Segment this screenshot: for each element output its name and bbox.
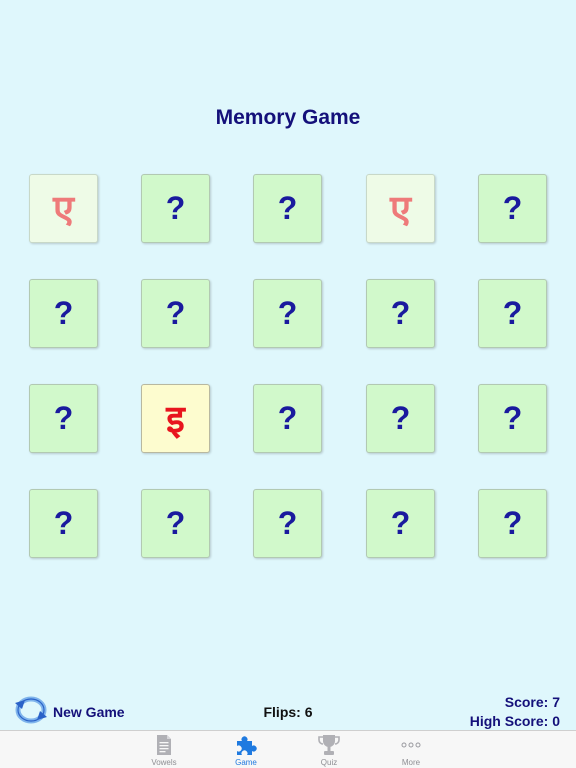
score-panel: Score: 7 High Score: 0 bbox=[470, 693, 560, 731]
card-face: ? bbox=[165, 295, 186, 331]
card-face: ? bbox=[390, 400, 411, 436]
card-face: इ bbox=[166, 396, 185, 441]
card[interactable]: ? bbox=[366, 489, 435, 558]
card[interactable]: ? bbox=[478, 279, 547, 348]
tab-bar: Vowels Game Quiz More bbox=[0, 730, 576, 768]
tab-game[interactable]: Game bbox=[216, 733, 276, 767]
card[interactable]: ? bbox=[141, 489, 210, 558]
card[interactable]: ? bbox=[366, 279, 435, 348]
card[interactable]: ? bbox=[366, 384, 435, 453]
card-face: ? bbox=[502, 190, 523, 226]
card-face: ? bbox=[277, 400, 298, 436]
memory-game-screen: Memory Game ए ? ? ए ? ? ? ? ? ? ? इ ? ? … bbox=[0, 0, 576, 768]
tab-vowels[interactable]: Vowels bbox=[134, 733, 194, 767]
more-icon bbox=[400, 733, 422, 757]
card-grid: ए ? ? ए ? ? ? ? ? ? ? इ ? ? ? ? ? ? ? ? bbox=[0, 0, 576, 600]
card[interactable]: ? bbox=[478, 489, 547, 558]
card[interactable]: ? bbox=[29, 384, 98, 453]
trophy-icon bbox=[317, 733, 341, 757]
card[interactable]: ? bbox=[253, 174, 322, 243]
card-face: ? bbox=[53, 295, 74, 331]
card-face: ? bbox=[502, 295, 523, 331]
tab-label: Quiz bbox=[320, 758, 338, 767]
card-face: ? bbox=[165, 190, 186, 226]
card-face: ? bbox=[277, 190, 298, 226]
card-face: ? bbox=[390, 295, 411, 331]
high-score-label: High Score: 0 bbox=[469, 713, 560, 729]
card[interactable]: ए bbox=[366, 174, 435, 243]
score-label: Score: 7 bbox=[504, 694, 560, 710]
tab-label: Game bbox=[235, 758, 257, 767]
card-face: ? bbox=[53, 505, 74, 541]
puzzle-icon bbox=[234, 733, 258, 757]
card[interactable]: ? bbox=[253, 279, 322, 348]
tab-quiz[interactable]: Quiz bbox=[299, 733, 359, 767]
card[interactable]: ? bbox=[141, 279, 210, 348]
card[interactable]: ? bbox=[478, 384, 547, 453]
tab-label: More bbox=[401, 758, 421, 767]
card-face: ? bbox=[277, 295, 298, 331]
card[interactable]: ? bbox=[478, 174, 547, 243]
card-face: ए bbox=[389, 186, 411, 231]
tab-more[interactable]: More bbox=[381, 733, 441, 767]
card-face: ? bbox=[502, 400, 523, 436]
card[interactable]: ए bbox=[29, 174, 98, 243]
card-face: ए bbox=[52, 186, 74, 231]
card-face: ? bbox=[390, 505, 411, 541]
card-face: ? bbox=[277, 505, 298, 541]
card[interactable]: ? bbox=[253, 384, 322, 453]
card[interactable]: ? bbox=[29, 279, 98, 348]
card-face: ? bbox=[502, 505, 523, 541]
card-face: ? bbox=[53, 400, 74, 436]
card[interactable]: ? bbox=[141, 174, 210, 243]
document-icon bbox=[155, 733, 173, 757]
tab-label: Vowels bbox=[151, 758, 177, 767]
card[interactable]: ? bbox=[29, 489, 98, 558]
card-face: ? bbox=[165, 505, 186, 541]
card[interactable]: इ bbox=[141, 384, 210, 453]
card[interactable]: ? bbox=[253, 489, 322, 558]
